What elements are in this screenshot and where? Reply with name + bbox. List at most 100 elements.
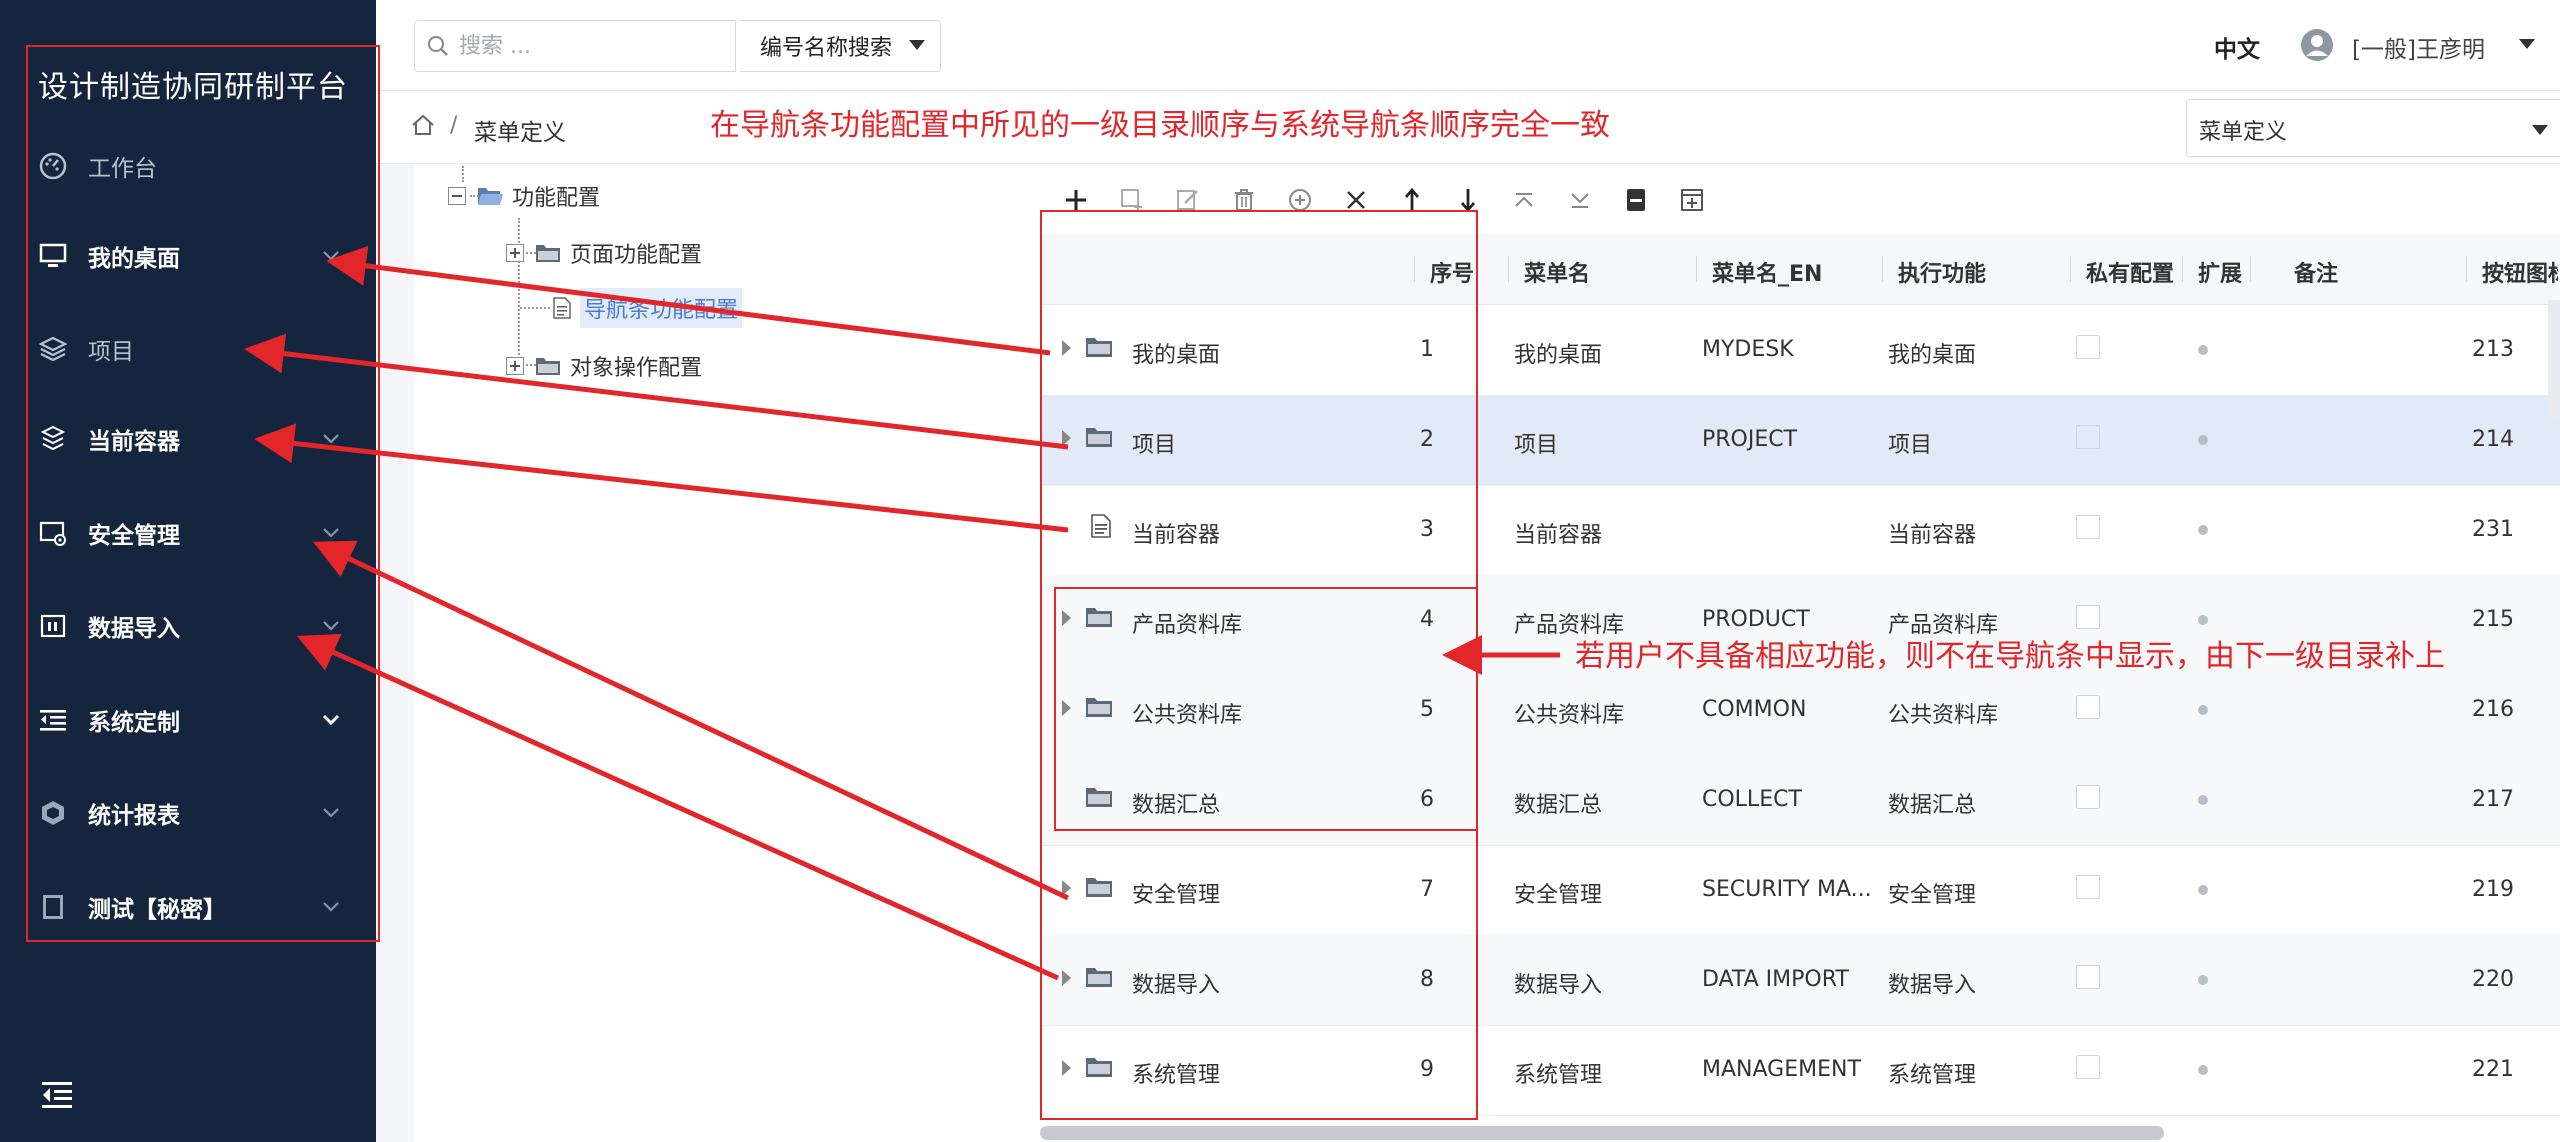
column-header-seq[interactable]: 序号 — [1430, 256, 1474, 288]
column-header-extend[interactable]: 扩展 — [2198, 256, 2242, 288]
expand-arrow-icon[interactable] — [1062, 700, 1071, 716]
edit-icon[interactable] — [1160, 182, 1216, 218]
tree-node-label: 功能配置 — [512, 186, 601, 211]
sidebar-item-my-desktop[interactable]: 我的桌面 — [0, 228, 376, 284]
column-header-private[interactable]: 私有配置 — [2086, 256, 2174, 288]
column-header-menu-name-en[interactable]: 菜单名_EN — [1712, 256, 1822, 288]
expand-arrow-icon[interactable] — [1062, 430, 1071, 446]
import-icon — [38, 611, 68, 641]
language-switch[interactable]: 中文 — [2214, 30, 2260, 64]
user-name[interactable]: [一般]王彦明 — [2352, 30, 2485, 64]
add-icon[interactable] — [1048, 182, 1104, 218]
chevron-down-icon[interactable] — [318, 894, 344, 920]
chevron-down-icon[interactable] — [318, 243, 344, 269]
private-config-checkbox[interactable] — [2076, 785, 2100, 809]
move-bottom-icon[interactable] — [1552, 182, 1608, 218]
row-seq: 7 — [1420, 877, 1434, 902]
private-config-checkbox[interactable] — [2076, 515, 2100, 539]
expand-arrow-icon[interactable] — [1062, 970, 1071, 986]
column-header-menu-name[interactable]: 菜单名 — [1524, 256, 1590, 288]
sidebar-item-workbench[interactable]: 工作台 — [0, 138, 376, 194]
expand-arrow-icon[interactable] — [1062, 1060, 1071, 1076]
row-menu-name: 数据汇总 — [1514, 793, 1603, 818]
extend-dot-icon — [2198, 615, 2208, 625]
document-icon — [553, 297, 571, 319]
delete-icon[interactable] — [1216, 182, 1272, 218]
folder-icon — [1086, 608, 1112, 627]
private-config-checkbox[interactable] — [2076, 425, 2100, 449]
move-down-icon[interactable] — [1440, 182, 1496, 218]
table-row[interactable]: 我的桌面 1 我的桌面 MYDESK 我的桌面 213 — [1040, 305, 2560, 396]
document-icon — [1091, 514, 1111, 538]
sidebar-item-label: 数据导入 — [88, 616, 180, 642]
horizontal-scrollbar[interactable] — [1040, 1126, 2164, 1140]
private-config-checkbox[interactable] — [2076, 965, 2100, 989]
table-row[interactable]: 公共资料库 5 公共资料库 COMMON 公共资料库 216 — [1040, 665, 2560, 756]
expand-arrow-icon[interactable] — [1062, 610, 1071, 626]
collapse-toggle-icon[interactable] — [448, 187, 466, 205]
row-seq: 3 — [1420, 517, 1434, 542]
page-select[interactable]: 菜单定义 — [2186, 99, 2560, 157]
add-child-icon[interactable] — [1104, 182, 1160, 218]
collapse-sidebar-icon[interactable] — [40, 1080, 74, 1110]
expand-arrow-icon[interactable] — [1062, 880, 1071, 896]
row-menu-name: 项目 — [1514, 433, 1559, 458]
private-config-checkbox[interactable] — [2076, 1055, 2100, 1079]
table-row[interactable]: 安全管理 7 安全管理 SECURITY MA... 安全管理 219 — [1040, 845, 2560, 936]
tree-node-object-config[interactable]: 对象操作配置 — [506, 350, 702, 382]
table-row[interactable]: 当前容器 3 当前容器 当前容器 231 — [1040, 485, 2560, 576]
chevron-down-icon[interactable] — [318, 520, 344, 546]
column-header-remark[interactable]: 备注 — [2294, 256, 2338, 288]
column-header-button-icon[interactable]: 按钮图标 — [2482, 256, 2558, 288]
user-avatar-icon[interactable] — [2300, 28, 2334, 62]
private-config-checkbox[interactable] — [2076, 335, 2100, 359]
move-top-icon[interactable] — [1496, 182, 1552, 218]
sidebar-item-statistics[interactable]: 统计报表 — [0, 785, 376, 841]
row-menu-name: 安全管理 — [1514, 883, 1603, 908]
expand-toggle-icon[interactable] — [506, 244, 524, 262]
column-divider — [1882, 256, 1883, 282]
table-row[interactable]: 项目 2 项目 PROJECT 项目 214 — [1040, 395, 2560, 486]
row-function: 数据汇总 — [1888, 793, 1977, 818]
tree-node-nav-config[interactable]: 导航条功能配置 — [552, 288, 743, 328]
private-config-checkbox[interactable] — [2076, 605, 2100, 629]
save-icon[interactable] — [1608, 182, 1664, 218]
row-tree-name: 当前容器 — [1132, 523, 1221, 548]
sidebar-item-security[interactable]: 安全管理 — [0, 505, 376, 561]
close-icon[interactable] — [1328, 182, 1384, 218]
tree-node-page-config[interactable]: 页面功能配置 — [506, 237, 702, 269]
search-box[interactable] — [414, 20, 736, 72]
search-input[interactable] — [457, 27, 721, 65]
chevron-down-icon[interactable] — [318, 800, 344, 826]
insert-icon[interactable] — [1664, 182, 1720, 218]
chevron-down-icon[interactable] — [318, 613, 344, 639]
search-mode-select[interactable]: 编号名称搜索 — [740, 20, 941, 72]
chevron-down-icon[interactable] — [318, 426, 344, 452]
column-header-function[interactable]: 执行功能 — [1898, 256, 1986, 288]
extend-dot-icon — [2198, 525, 2208, 535]
monitor-icon — [38, 241, 68, 271]
vertical-scrollbar[interactable] — [2548, 300, 2560, 420]
add-circle-icon[interactable] — [1272, 182, 1328, 218]
expand-toggle-icon[interactable] — [506, 357, 524, 375]
sidebar-item-current-container[interactable]: 当前容器 — [0, 411, 376, 467]
extend-dot-icon — [2198, 705, 2208, 715]
row-menu-name: 当前容器 — [1514, 523, 1603, 548]
home-icon[interactable] — [410, 113, 436, 141]
sidebar-item-label: 统计报表 — [88, 803, 180, 829]
caret-down-icon[interactable] — [2518, 38, 2536, 50]
table-row[interactable]: 系统管理 9 系统管理 MANAGEMENT 系统管理 221 — [1040, 1025, 2560, 1116]
sidebar-item-data-import[interactable]: 数据导入 — [0, 598, 376, 654]
table-row[interactable]: 数据导入 8 数据导入 DATA IMPORT 数据导入 220 — [1040, 935, 2560, 1026]
top-bar: 编号名称搜索 中文 [一般]王彦明 — [376, 0, 2560, 91]
tree-node-root[interactable]: 功能配置 — [448, 180, 600, 212]
sidebar-item-test-secret[interactable]: 测试【秘密】 — [0, 879, 376, 935]
private-config-checkbox[interactable] — [2076, 695, 2100, 719]
expand-arrow-icon[interactable] — [1062, 340, 1071, 356]
table-row[interactable]: 数据汇总 6 数据汇总 COLLECT 数据汇总 217 — [1040, 755, 2560, 846]
move-up-icon[interactable] — [1384, 182, 1440, 218]
chevron-down-icon[interactable] — [318, 707, 344, 733]
private-config-checkbox[interactable] — [2076, 875, 2100, 899]
sidebar-item-system-customize[interactable]: 系统定制 — [0, 692, 376, 748]
sidebar-item-project[interactable]: 项目 — [0, 321, 376, 377]
